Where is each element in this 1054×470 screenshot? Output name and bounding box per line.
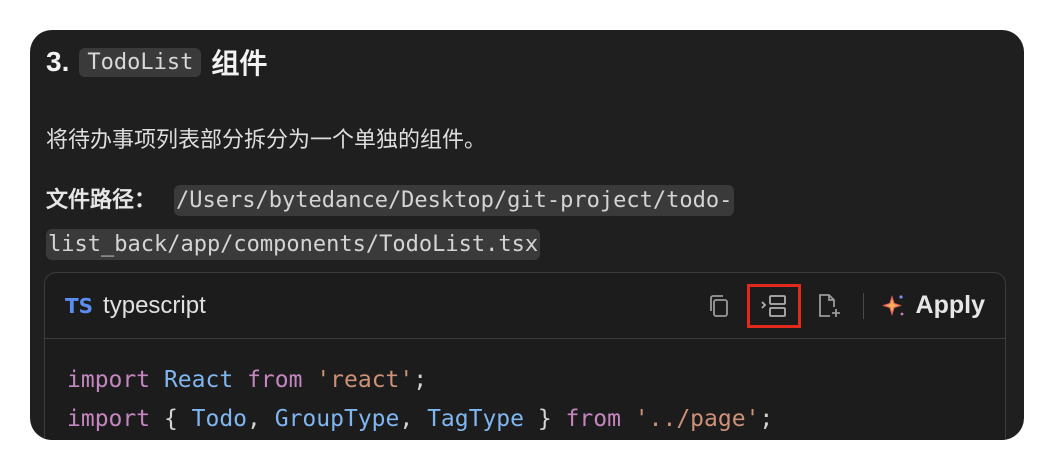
code-token: ; — [413, 367, 428, 393]
section-heading: 3. TodoList 组件 — [46, 42, 267, 82]
section-suffix: 组件 — [211, 48, 268, 79]
code-token: React — [163, 367, 234, 393]
sparkle-icon — [881, 294, 903, 316]
copy-icon — [709, 294, 728, 317]
apply-button[interactable]: Apply — [880, 291, 985, 320]
code-block: TS typescript Apply import React from 'r… — [44, 272, 1006, 440]
code-token: from — [565, 406, 621, 432]
code-token: import — [67, 406, 151, 432]
file-path-row: 文件路径：/Users/bytedance/Desktop/git-projec… — [46, 178, 986, 266]
typescript-icon: TS — [65, 293, 94, 318]
code-token: 'react' — [316, 367, 414, 393]
code-token: { — [150, 406, 192, 432]
language-label: typescript — [103, 291, 206, 319]
description-text: 将待办事项列表部分拆分为一个单独的组件。 — [46, 127, 487, 152]
code-token: ; — [759, 406, 774, 432]
code-line: import React from 'react'; — [67, 361, 1005, 400]
new-file-button[interactable] — [811, 288, 847, 324]
file-path-label: 文件路径： — [46, 187, 157, 212]
code-line: import { Todo, GroupType, TagType } from… — [67, 400, 1005, 439]
section-number: 3. — [46, 46, 70, 77]
code-token: , — [247, 406, 275, 432]
component-name-code: TodoList — [79, 47, 202, 77]
code-token: TagType — [427, 406, 524, 432]
code-token: import — [67, 367, 151, 393]
copy-button[interactable] — [701, 288, 737, 324]
code-block-header: TS typescript Apply — [45, 273, 1005, 339]
apply-label: Apply — [915, 291, 985, 319]
new-file-icon — [818, 293, 840, 317]
code-token: , — [399, 406, 428, 432]
code-content[interactable]: import React from 'react'; import { Todo,… — [45, 339, 1005, 439]
code-token: '../page' — [634, 406, 760, 432]
code-toolbar: Apply — [691, 283, 985, 328]
chat-response-panel: 3. TodoList 组件 将待办事项列表部分拆分为一个单独的组件。 文件路径… — [30, 30, 1024, 440]
toolbar-divider — [862, 292, 864, 319]
code-token: Todo — [191, 406, 248, 432]
insert-at-cursor-button[interactable] — [746, 283, 801, 328]
code-token: GroupType — [274, 406, 400, 432]
code-token: } — [524, 406, 566, 432]
insert-at-cursor-icon — [760, 294, 786, 317]
code-token: from — [247, 367, 303, 393]
